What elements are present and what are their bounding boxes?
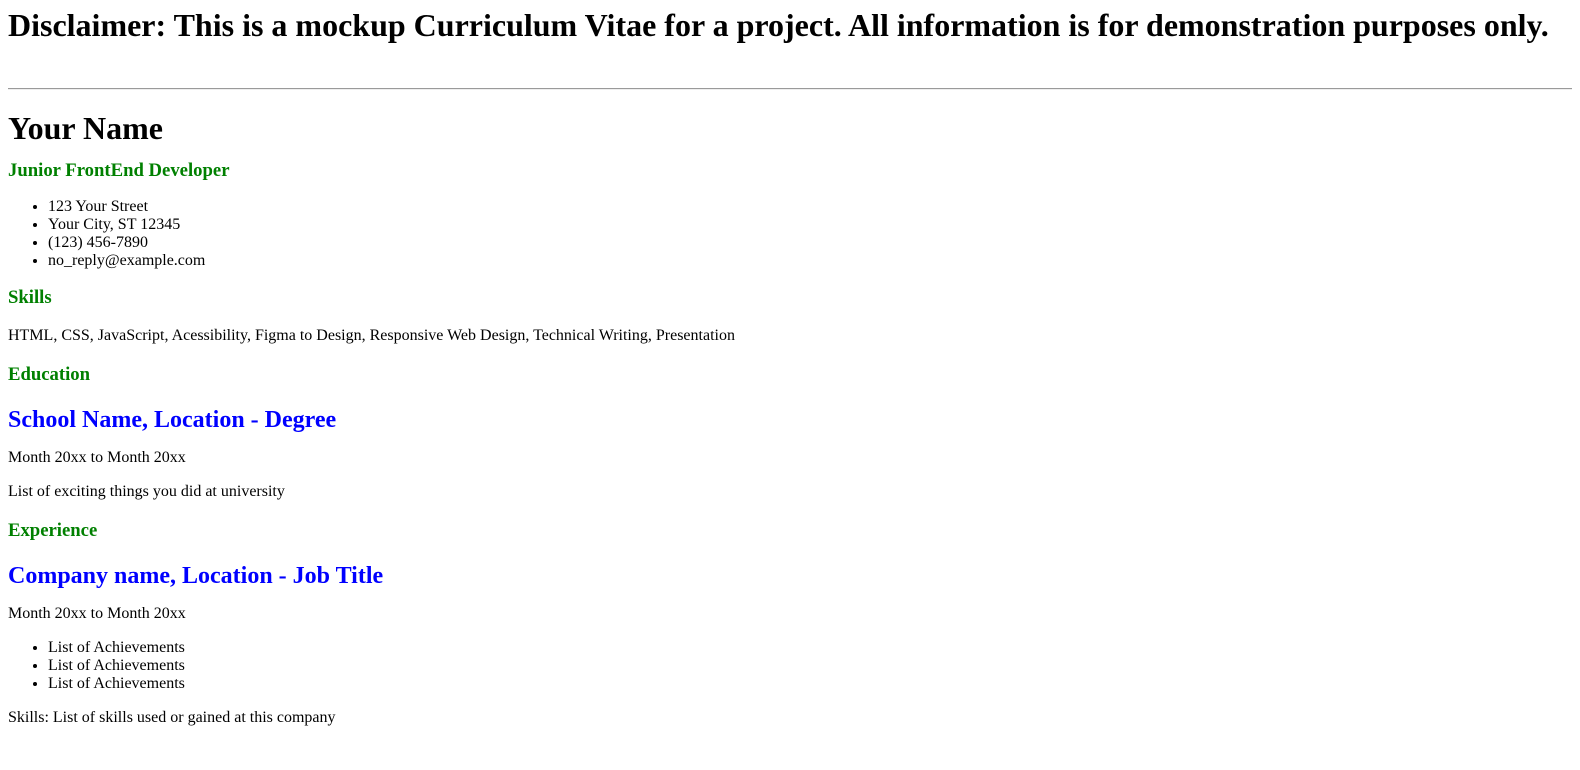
skills-heading: Skills <box>8 287 52 308</box>
education-entry-title: School Name, Location - Degree <box>8 407 337 433</box>
achievement-item: List of Achievements <box>48 675 1572 693</box>
job-skills-note: Skills: List of skills used or gained at… <box>8 709 336 726</box>
achievements-list: List of Achievements List of Achievement… <box>8 639 1572 693</box>
contact-email: no_reply@example.com <box>48 252 1572 270</box>
experience-dates: Month 20xx to Month 20xx <box>8 605 186 622</box>
cv-page: Disclaimer: This is a mockup Curriculum … <box>0 0 1580 727</box>
contact-phone: (123) 456-7890 <box>48 234 1572 252</box>
job-role: Junior FrontEnd Developer <box>8 160 230 181</box>
disclaimer-heading: Disclaimer: This is a mockup Curriculum … <box>8 7 1549 43</box>
horizontal-divider <box>8 88 1572 90</box>
achievement-item: List of Achievements <box>48 657 1572 675</box>
contact-street: 123 Your Street <box>48 198 1572 216</box>
education-heading: Education <box>8 364 91 385</box>
experience-heading: Experience <box>8 520 98 541</box>
contact-city: Your City, ST 12345 <box>48 216 1572 234</box>
achievement-item: List of Achievements <box>48 639 1572 657</box>
education-description: List of exciting things you did at unive… <box>8 483 285 500</box>
person-name: Your Name <box>8 110 163 146</box>
experience-entry-title: Company name, Location - Job Title <box>8 563 384 589</box>
skills-text: HTML, CSS, JavaScript, Acessibility, Fig… <box>8 327 735 344</box>
education-dates: Month 20xx to Month 20xx <box>8 449 186 466</box>
contact-list: 123 Your Street Your City, ST 12345 (123… <box>8 198 1572 270</box>
